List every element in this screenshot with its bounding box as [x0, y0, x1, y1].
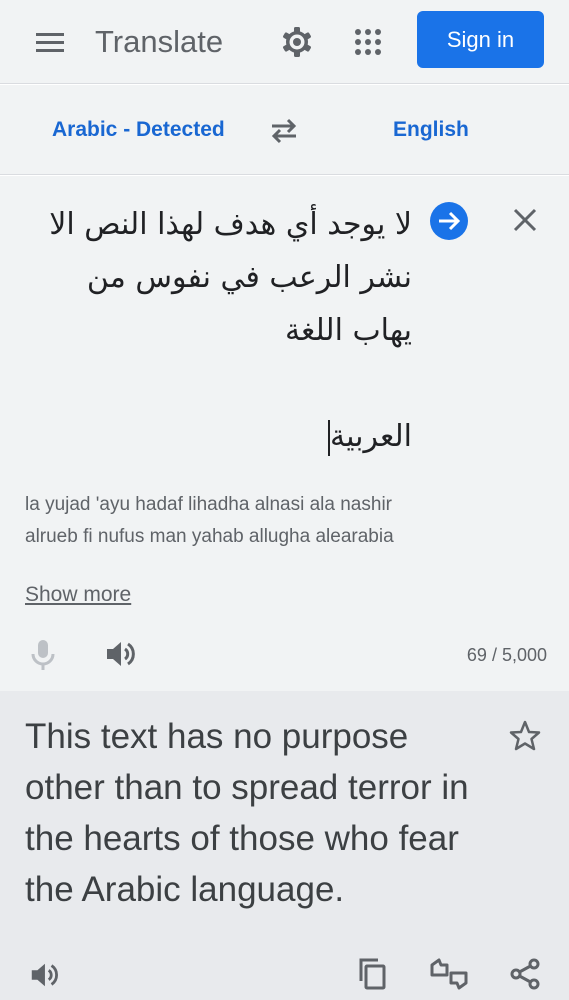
- language-bar: Arabic - Detected English: [0, 85, 569, 175]
- source-panel: لا يوجد أي هدف لهذا النص الا نشر الرعب ف…: [0, 176, 569, 691]
- speaker-icon[interactable]: [103, 637, 137, 671]
- character-count: 69 / 5,000: [466, 645, 547, 665]
- show-more-link[interactable]: Show more: [25, 583, 131, 607]
- sign-in-button[interactable]: Sign in: [417, 11, 544, 68]
- gear-icon[interactable]: [277, 22, 317, 62]
- result-panel: This text has no purpose other than to s…: [0, 691, 569, 1000]
- source-language-selector[interactable]: Arabic - Detected: [52, 115, 225, 145]
- transliteration-text: la yujad 'ayu hadaf lihadha alnasi ala n…: [25, 494, 394, 547]
- top-app-bar: Translate Sign in: [0, 0, 569, 84]
- share-icon[interactable]: [508, 957, 542, 991]
- source-text: لا يوجد أي هدف لهذا النص الا نشر الرعب ف…: [49, 207, 412, 454]
- microphone-icon[interactable]: [28, 637, 58, 673]
- translation-result-text: This text has no purpose other than to s…: [25, 717, 469, 909]
- translate-go-icon[interactable]: [429, 201, 469, 241]
- app-title: Translate: [95, 24, 224, 59]
- copy-icon[interactable]: [356, 957, 388, 991]
- feedback-icon[interactable]: [429, 957, 469, 991]
- source-text-input[interactable]: لا يوجد أي هدف لهذا النص الا نشر الرعب ف…: [30, 198, 412, 463]
- target-language-selector[interactable]: English: [393, 115, 469, 145]
- menu-icon[interactable]: [32, 24, 68, 60]
- speaker-icon[interactable]: [28, 959, 60, 991]
- close-icon[interactable]: [508, 203, 542, 237]
- swap-languages-icon[interactable]: [266, 115, 302, 147]
- apps-grid-icon[interactable]: [348, 22, 388, 62]
- star-icon[interactable]: [508, 719, 542, 753]
